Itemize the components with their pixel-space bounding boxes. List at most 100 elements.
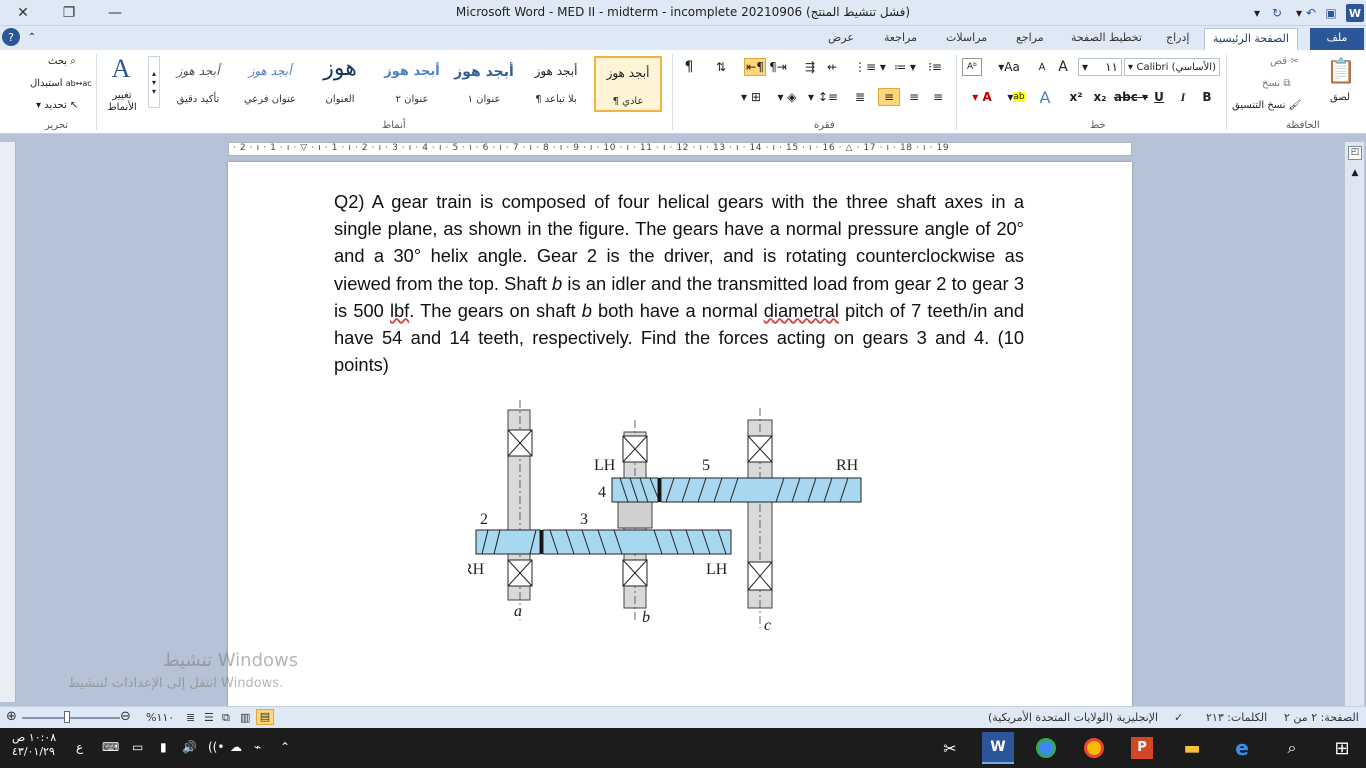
shrink-font-button[interactable]: A — [1034, 58, 1050, 76]
file-explorer-icon[interactable]: ▬ — [1176, 732, 1208, 764]
strikethrough-button[interactable]: abc ▾ — [1114, 88, 1148, 106]
bold-button[interactable]: B — [1198, 88, 1216, 106]
restore-button[interactable]: ❐ — [46, 0, 92, 26]
bullets-icon[interactable]: ⁝≡ — [922, 58, 948, 76]
scroll-up-icon[interactable]: ▲ — [1347, 168, 1363, 180]
network-icon[interactable]: ⌁ — [254, 740, 261, 754]
volume-icon[interactable]: 🔊 — [182, 740, 197, 754]
edge-icon[interactable]: e — [1226, 732, 1258, 764]
search-icon[interactable]: ⌕ — [1276, 732, 1308, 764]
cut-button[interactable]: قص ✂ — [1270, 56, 1299, 67]
battery-icon[interactable]: ▮ — [160, 740, 167, 754]
tray-expand-icon[interactable]: ⌃ — [280, 740, 290, 754]
zoom-slider[interactable] — [22, 717, 120, 719]
chrome-icon[interactable] — [1030, 732, 1062, 764]
tab-file[interactable]: ملف — [1310, 28, 1364, 50]
language-status[interactable]: الإنجليزية (الولايات المتحدة الأمريكية) — [988, 711, 1158, 724]
repeat-icon[interactable]: ↻ — [1268, 4, 1286, 22]
reading-view-icon[interactable]: ▥ — [240, 711, 250, 724]
align-center-icon[interactable]: ≡ — [904, 88, 924, 106]
sort-icon[interactable]: ⇅ — [710, 58, 732, 76]
shading-icon[interactable]: ▾ ◈ — [772, 88, 802, 106]
ruler-toggle-icon[interactable]: ◰ — [1348, 146, 1362, 160]
vertical-scrollbar[interactable]: ◰ ▲ — [1344, 142, 1364, 706]
horizontal-ruler[interactable]: · 2 · ı · 1 · ı · ▽ · ı · 1 · ı · 2 · ı … — [228, 142, 1132, 156]
outline-view-icon[interactable]: ☰ — [204, 711, 214, 724]
text-effects-icon[interactable]: A — [1034, 88, 1056, 107]
font-size-select[interactable]: ▾ ١١ — [1078, 58, 1122, 76]
input-language[interactable]: ع — [76, 740, 83, 754]
styles-scroll-icon[interactable]: ▴ ▾ ▾ — [148, 56, 160, 108]
undo-icon[interactable]: ↶ — [1302, 4, 1320, 22]
grow-font-button[interactable]: A — [1054, 58, 1072, 76]
qat-customize-icon[interactable]: ▾ — [1248, 4, 1266, 22]
cloud-icon[interactable]: ☁ — [230, 740, 242, 754]
ltr-direction-icon[interactable]: ¶⇥ — [768, 58, 788, 76]
close-button[interactable]: ✕ — [0, 0, 46, 26]
increase-indent-icon[interactable]: ⇶ — [800, 58, 820, 76]
print-layout-icon[interactable]: ▤ — [256, 709, 274, 725]
highlight-icon[interactable]: ▾ ab — [1002, 88, 1030, 106]
rtl-direction-icon[interactable]: ⇤¶ — [744, 58, 766, 76]
tab-page-layout[interactable]: تخطيط الصفحة — [1063, 28, 1150, 50]
tab-home[interactable]: الصفحة الرئيسية — [1204, 28, 1298, 50]
style-subtle-emphasis[interactable]: أبجد هوز تأكيد دقيق — [164, 56, 232, 112]
borders-icon[interactable]: ▾ ⊞ — [734, 88, 768, 106]
snipping-tool-icon[interactable]: ✂ — [934, 732, 966, 764]
line-spacing-icon[interactable]: ▾ ↕≡ — [808, 88, 838, 106]
superscript-button[interactable]: x² — [1066, 88, 1086, 106]
tab-mailings[interactable]: مراسلات — [938, 28, 995, 50]
copy-button[interactable]: نسخ ⧉ — [1262, 78, 1291, 89]
page-count[interactable]: الصفحة: ٢ من ٢ — [1284, 711, 1359, 724]
show-marks-button[interactable]: ¶ — [680, 58, 698, 76]
style-subtitle[interactable]: أبجد هوز عنوان فرعي — [236, 56, 304, 112]
style-no-spacing[interactable]: أبجد هوز ¶ بلا تباعد — [522, 56, 590, 112]
multilevel-list-icon[interactable]: ⋮≡ ▾ — [852, 58, 888, 76]
clock[interactable]: ١٠:٠٨ ص ٤٣/٠١/٢٩ — [12, 731, 56, 759]
paste-button[interactable]: لصق — [1330, 92, 1350, 103]
keyboard-icon[interactable]: ⌨ — [102, 740, 119, 754]
numbering-icon[interactable]: ≔ ▾ — [890, 58, 920, 76]
tab-view[interactable]: عرض — [820, 28, 862, 50]
powerpoint-icon[interactable]: P — [1126, 732, 1158, 764]
minimize-ribbon-icon[interactable]: ⌃ — [24, 29, 40, 45]
proofing-icon[interactable]: ✓ — [1174, 711, 1183, 724]
web-layout-icon[interactable]: ⧉ — [222, 711, 230, 725]
word-count[interactable]: الكلمات: ٢١٣ — [1206, 711, 1267, 724]
align-left-icon[interactable]: ≡ — [928, 88, 948, 106]
align-right-icon[interactable]: ≡ — [878, 88, 900, 106]
font-color-icon[interactable]: ▾ A — [962, 88, 1002, 106]
question-paragraph[interactable]: Q2) A gear train is composed of four hel… — [334, 188, 1024, 378]
subscript-button[interactable]: x₂ — [1090, 88, 1110, 106]
underline-button[interactable]: U — [1150, 88, 1168, 106]
help-icon[interactable]: ? — [2, 28, 20, 46]
zoom-out-icon[interactable]: ⊖ — [120, 709, 131, 724]
change-styles-button[interactable]: تغيير الأنماط — [102, 90, 142, 114]
zoom-slider-thumb[interactable] — [64, 711, 70, 723]
decrease-indent-icon[interactable]: ⇷ — [822, 58, 842, 76]
find-button[interactable]: بحث ⌕ — [48, 56, 76, 67]
zoom-in-icon[interactable]: ⊕ — [6, 709, 17, 724]
clear-formatting-icon[interactable]: Aᵇ — [962, 58, 982, 76]
replace-button[interactable]: استبدال ab↔ac — [30, 78, 92, 89]
italic-button[interactable]: I — [1174, 88, 1192, 106]
wifi-icon[interactable]: ((• — [208, 740, 224, 754]
font-name-select[interactable]: ▾ Calibri (الأساسي) — [1124, 58, 1220, 76]
style-title[interactable]: هوز العنوان — [306, 56, 374, 112]
tab-review[interactable]: مراجعة — [876, 28, 925, 50]
format-painter-button[interactable]: نسخ التنسيق 🖌 — [1232, 100, 1301, 111]
tab-references[interactable]: مراجع — [1008, 28, 1052, 50]
chrome-profile-icon[interactable] — [1078, 732, 1110, 764]
justify-icon[interactable]: ≣ — [850, 88, 870, 106]
minimize-button[interactable]: — — [92, 0, 138, 26]
start-windows-icon[interactable]: ⊞ — [1326, 732, 1358, 764]
word-taskbar-icon[interactable]: W — [982, 732, 1014, 764]
style-heading-1[interactable]: أبجد هوز عنوان ١ — [450, 56, 518, 112]
select-button[interactable]: ▾ تحديد ↖ — [36, 100, 78, 111]
save-icon[interactable]: ▣ — [1322, 4, 1340, 22]
notification-icon[interactable]: ▭ — [132, 740, 143, 754]
zoom-level[interactable]: %١١٠ — [146, 711, 174, 724]
tab-insert[interactable]: إدراج — [1158, 28, 1197, 50]
change-case-button[interactable]: ▾ Aa — [994, 58, 1024, 76]
style-normal[interactable]: أبجد هوز ¶ عادي — [594, 56, 662, 112]
